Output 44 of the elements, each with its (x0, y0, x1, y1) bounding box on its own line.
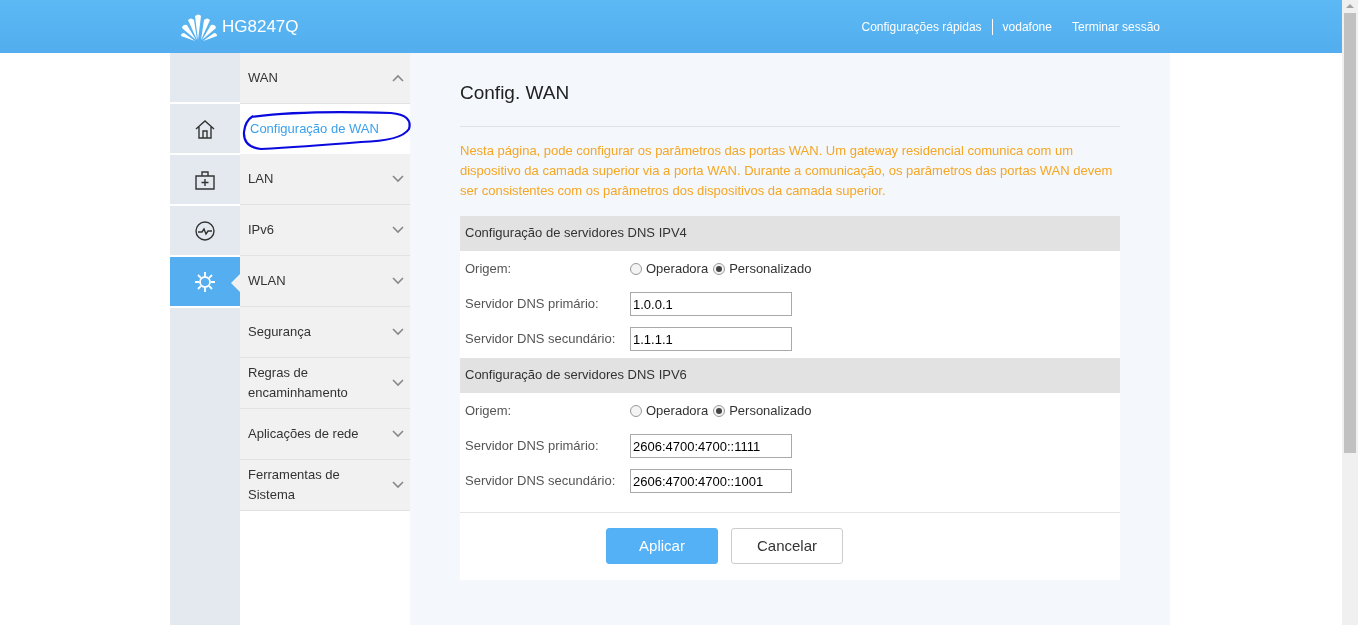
radio-option[interactable]: Personalizado (713, 259, 812, 279)
chevron-down-icon (392, 430, 404, 438)
chevron-down-icon (392, 481, 404, 489)
radio-option[interactable]: Operadora (630, 401, 709, 421)
chevron-down-icon (392, 328, 404, 336)
chevron-up-icon (392, 74, 404, 82)
section-header: Configuração de servidores DNS IPV6 (460, 357, 1120, 393)
pulse-icon (194, 219, 216, 242)
text-field[interactable]: 2606:4700:4700::1001 (630, 469, 792, 493)
radio-icon[interactable] (630, 405, 642, 417)
chevron-down-icon (392, 277, 404, 285)
settings-icon (194, 270, 216, 293)
field-label: Origem: (465, 402, 513, 421)
logo-text: HG8247Q (222, 15, 299, 38)
menu-item[interactable]: Regras de encaminhamento (240, 358, 410, 409)
menu-item[interactable]: Ferramentas de Sistema (240, 460, 410, 511)
first-aid-kit-icon (194, 168, 216, 191)
chevron-down-icon (392, 226, 404, 234)
radio-option[interactable]: Operadora (630, 259, 709, 279)
menu-item[interactable]: LAN (240, 154, 410, 205)
radio-option[interactable]: Personalizado (713, 401, 812, 421)
section-header: Configuração de servidores DNS IPV4 (460, 215, 1120, 251)
field-label: Servidor DNS secundário: (465, 472, 617, 491)
menu-item[interactable]: WAN (240, 53, 410, 104)
field-label: Origem: (465, 260, 513, 279)
page-description: Nesta página, pode configurar os parâmetros das portas WAN. Um gateway residencial comunica com um dispositivo da camada superior via a porta WAN. Durante a comunicação, os parâmetros das portas WAN devem ser consistentes com os parâmetros dos dispositivos da camada superior. (460, 141, 1114, 200)
field-label: Servidor DNS primário: (465, 295, 600, 314)
scrollbar[interactable] (1342, 0, 1358, 625)
text-field[interactable]: 2606:4700:4700::1111 (630, 434, 792, 458)
text-field[interactable]: 1.0.0.1 (630, 292, 792, 316)
text-field[interactable]: 1.1.1.1 (630, 327, 792, 351)
radio-icon[interactable] (713, 405, 726, 417)
field-label: Servidor DNS secundário: (465, 330, 617, 349)
radio-icon[interactable] (713, 263, 726, 275)
menu-item[interactable]: Segurança (240, 307, 410, 358)
menu-item[interactable]: WLAN (240, 256, 410, 307)
field-label: Servidor DNS primário: (465, 437, 600, 456)
menu-item[interactable]: Aplicações de rede (240, 409, 410, 460)
menu-item[interactable]: IPv6 (240, 205, 410, 256)
chevron-down-icon (392, 379, 404, 387)
page-title: Config. WAN (460, 81, 571, 105)
radio-icon[interactable] (630, 263, 642, 275)
form-button[interactable]: Cancelar (731, 528, 843, 564)
chevron-down-icon (392, 175, 404, 183)
